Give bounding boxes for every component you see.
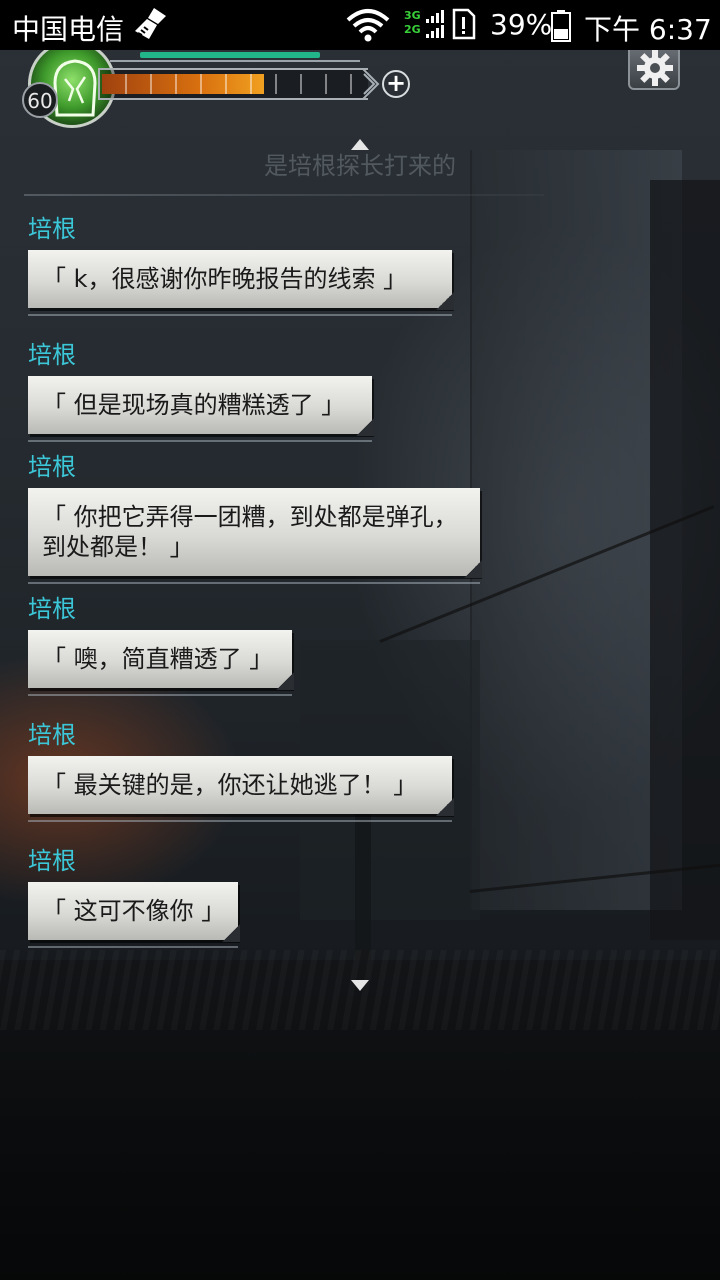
speaker-name: 培根	[28, 595, 76, 623]
sim-icon	[452, 8, 476, 40]
message-bubble[interactable]: 「 你把它弄得一团糟，到处都是弹孔，到处都是！ 」	[28, 488, 482, 584]
message-bubble[interactable]: 「 k，很感谢你昨晚报告的线索 」	[28, 250, 454, 316]
game-screen: 中国电信 3G 2G 39% 下午 6:37 60 + 是培根探长打来的 培根 …	[0, 0, 720, 1280]
battery-percent: 39%	[490, 8, 553, 41]
scroll-down-arrow-icon[interactable]	[350, 978, 370, 992]
speaker-name: 培根	[28, 721, 76, 749]
scroll-up-arrow-icon[interactable]	[350, 138, 370, 152]
hp-bar	[140, 52, 320, 58]
clock: 下午 6:37	[584, 13, 712, 46]
xp-bar-arrow-icon	[362, 68, 380, 100]
background-building	[470, 150, 682, 910]
network-3g-label: 3G	[404, 9, 421, 22]
background-building-dark	[650, 180, 720, 940]
broom-icon	[132, 6, 168, 42]
message-bubble[interactable]: 「 但是现场真的糟糕透了 」	[28, 376, 374, 442]
speaker-name: 培根	[28, 341, 76, 369]
chat-message: 培根 「 最关键的是，你还让她逃了！ 」	[28, 720, 454, 822]
player-hud: 60 +	[0, 40, 720, 130]
chat-message: 培根 「 k，很感谢你昨晚报告的线索 」	[28, 214, 454, 316]
wifi-icon	[346, 8, 390, 42]
level-badge: 60	[22, 82, 58, 118]
chat-message: 培根 「 你把它弄得一团糟，到处都是弹孔，到处都是！ 」	[28, 452, 482, 584]
xp-bar-ticks	[102, 74, 364, 94]
message-bubble[interactable]: 「 噢，简直糟透了 」	[28, 630, 294, 696]
chat-divider	[24, 194, 544, 196]
network-2g-label: 2G	[404, 23, 421, 36]
gear-icon	[637, 50, 673, 86]
network-signal-icon: 3G 2G	[404, 10, 446, 42]
message-bubble[interactable]: 「 这可不像你 」	[28, 882, 240, 948]
plus-icon[interactable]: +	[382, 70, 410, 98]
speaker-name: 培根	[28, 847, 76, 875]
carrier-label: 中国电信	[12, 13, 125, 46]
speaker-name: 培根	[28, 453, 76, 481]
chat-message: 培根 「 这可不像你 」	[28, 846, 240, 948]
chat-message: 培根 「 但是现场真的糟糕透了 」	[28, 340, 374, 442]
battery-icon	[551, 10, 571, 42]
background-wire	[469, 862, 720, 893]
status-bar: 中国电信 3G 2G 39% 下午 6:37	[0, 0, 720, 50]
chat-message: 培根 「 噢，简直糟透了 」	[28, 594, 294, 696]
background-ground	[0, 960, 720, 1280]
message-bubble[interactable]: 「 最关键的是，你还让她逃了！ 」	[28, 756, 454, 822]
speaker-name: 培根	[28, 215, 76, 243]
xp-bar	[98, 68, 368, 100]
settings-button[interactable]	[628, 44, 680, 90]
